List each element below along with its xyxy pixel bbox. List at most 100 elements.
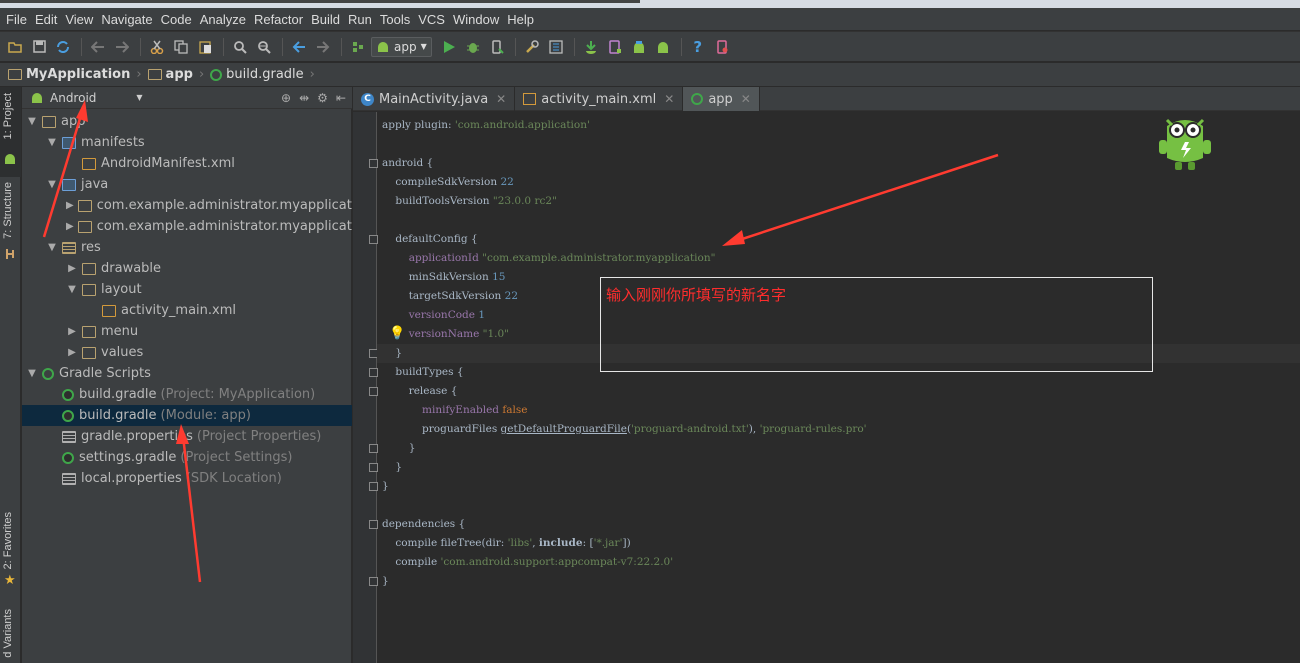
sync-icon[interactable]: [52, 36, 74, 58]
close-icon[interactable]: ✕: [664, 92, 674, 106]
code-line[interactable]: }: [382, 572, 389, 591]
fold-marker[interactable]: [369, 235, 378, 244]
code-line[interactable]: }: [382, 344, 402, 363]
expand-arrow-icon[interactable]: ▼: [46, 242, 58, 253]
redo-icon[interactable]: [111, 36, 133, 58]
copy-icon[interactable]: [170, 36, 192, 58]
editor-tab[interactable]: C MainActivity.java ✕: [353, 87, 516, 111]
fold-marker[interactable]: [369, 387, 378, 396]
menu-refactor[interactable]: Refactor: [250, 12, 307, 27]
breadcrumb-item[interactable]: MyApplication ›: [8, 67, 142, 82]
tree-item[interactable]: ▼ res: [22, 237, 352, 258]
close-icon[interactable]: ✕: [741, 92, 751, 106]
tree-item[interactable]: ▼ layout: [22, 279, 352, 300]
code-line[interactable]: compileSdkVersion 22: [382, 173, 514, 192]
save-icon[interactable]: [28, 36, 50, 58]
code-line[interactable]: }: [382, 458, 402, 477]
android-device-icon[interactable]: [652, 36, 674, 58]
tree-item[interactable]: gradle.properties (Project Properties): [22, 426, 352, 447]
code-line[interactable]: versionCode 1: [382, 306, 485, 325]
structure-view-icon[interactable]: [545, 36, 567, 58]
fold-marker[interactable]: [369, 577, 378, 586]
find-icon[interactable]: [229, 36, 251, 58]
replace-icon[interactable]: [253, 36, 275, 58]
avd-manager-icon[interactable]: [604, 36, 626, 58]
code-line[interactable]: compile fileTree(dir: 'libs', include: […: [382, 534, 630, 553]
paste-icon[interactable]: [194, 36, 216, 58]
tree-item[interactable]: ▶ com.example.administrator.myapplication…: [22, 195, 352, 216]
code-line[interactable]: dependencies {: [382, 515, 465, 534]
tree-item[interactable]: build.gradle (Project: MyApplication): [22, 384, 352, 405]
code-line[interactable]: compile 'com.android.support:appcompat-v…: [382, 553, 673, 572]
tree-item[interactable]: ▶ values: [22, 342, 352, 363]
fold-marker[interactable]: [369, 520, 378, 529]
fold-marker[interactable]: [369, 482, 378, 491]
device-icon[interactable]: [711, 36, 733, 58]
code-line[interactable]: release {: [382, 382, 458, 401]
run-icon[interactable]: [438, 36, 460, 58]
expand-arrow-icon[interactable]: ▼: [46, 179, 58, 190]
favorites-tool-tab[interactable]: 2: Favorites: [2, 512, 14, 569]
tree-item[interactable]: build.gradle (Module: app): [22, 405, 352, 426]
tree-item[interactable]: ▼ java: [22, 174, 352, 195]
tree-item[interactable]: local.properties (SDK Location): [22, 468, 352, 489]
fold-marker[interactable]: [369, 368, 378, 377]
collapse-arrow-icon[interactable]: ▶: [66, 221, 74, 232]
help-icon[interactable]: ?: [687, 36, 709, 58]
close-icon[interactable]: ✕: [496, 92, 506, 106]
project-view-selector[interactable]: Android ▼: [30, 91, 143, 105]
gear-icon[interactable]: ⚙: [317, 91, 328, 105]
sdk-manager-icon[interactable]: [580, 36, 602, 58]
scroll-from-source-icon[interactable]: ⊕: [281, 91, 291, 105]
menu-run[interactable]: Run: [344, 12, 376, 27]
code-line[interactable]: targetSdkVersion 22: [382, 287, 518, 306]
build-variants-tool-tab[interactable]: d Variants: [2, 609, 14, 658]
menu-analyze[interactable]: Analyze: [196, 12, 250, 27]
tree-item[interactable]: AndroidManifest.xml: [22, 153, 352, 174]
fold-marker[interactable]: [369, 444, 378, 453]
project-tool-tab[interactable]: 1: Project: [2, 93, 14, 139]
collapse-arrow-icon[interactable]: ▶: [66, 200, 74, 211]
open-icon[interactable]: [4, 36, 26, 58]
collapse-arrow-icon[interactable]: ▶: [66, 347, 78, 358]
code-line[interactable]: minifyEnabled false: [382, 401, 527, 420]
back-icon[interactable]: [288, 36, 310, 58]
breadcrumb-item[interactable]: build.gradle ›: [210, 67, 315, 82]
editor-tab[interactable]: app ✕: [683, 87, 760, 111]
code-line[interactable]: buildTypes {: [382, 363, 463, 382]
editor-tab[interactable]: activity_main.xml ✕: [515, 87, 684, 111]
hide-panel-icon[interactable]: ⇤: [336, 91, 346, 105]
structure-tool-tab[interactable]: 7: Structure: [2, 182, 14, 239]
menu-code[interactable]: Code: [157, 12, 196, 27]
debug-icon[interactable]: [462, 36, 484, 58]
code-line[interactable]: android {: [382, 154, 433, 173]
forward-icon[interactable]: [312, 36, 334, 58]
project-structure-icon[interactable]: [521, 36, 543, 58]
expand-arrow-icon[interactable]: ▼: [26, 116, 38, 127]
android-monitor-icon[interactable]: [628, 36, 650, 58]
collapse-arrow-icon[interactable]: ▶: [66, 326, 78, 337]
menu-vcs[interactable]: VCS: [414, 12, 449, 27]
collapse-all-icon[interactable]: ⇹: [299, 91, 309, 105]
attach-icon[interactable]: [486, 36, 508, 58]
tree-item[interactable]: ▼ Gradle Scripts: [22, 363, 352, 384]
expand-arrow-icon[interactable]: ▼: [66, 284, 78, 295]
code-line[interactable]: }: [382, 477, 389, 496]
menu-build[interactable]: Build: [307, 12, 344, 27]
tree-item[interactable]: ▼ app: [22, 111, 352, 132]
menu-edit[interactable]: Edit: [31, 12, 61, 27]
fold-marker[interactable]: [369, 159, 378, 168]
code-line[interactable]: buildToolsVersion "23.0.0 rc2": [382, 192, 557, 211]
menu-file[interactable]: File: [2, 12, 31, 27]
menu-navigate[interactable]: Navigate: [97, 12, 156, 27]
code-editor[interactable]: apply plugin: 'com.android.application' a…: [353, 112, 1300, 663]
tree-item[interactable]: ▼ manifests: [22, 132, 352, 153]
code-line[interactable]: applicationId "com.example.administrator…: [382, 249, 716, 268]
code-line[interactable]: proguardFiles getDefaultProguardFile('pr…: [382, 420, 867, 439]
tree-item[interactable]: ▶ drawable: [22, 258, 352, 279]
menu-view[interactable]: View: [61, 12, 97, 27]
menu-help[interactable]: Help: [503, 12, 538, 27]
cut-icon[interactable]: [146, 36, 168, 58]
menu-window[interactable]: Window: [449, 12, 503, 27]
fold-marker[interactable]: [369, 463, 378, 472]
